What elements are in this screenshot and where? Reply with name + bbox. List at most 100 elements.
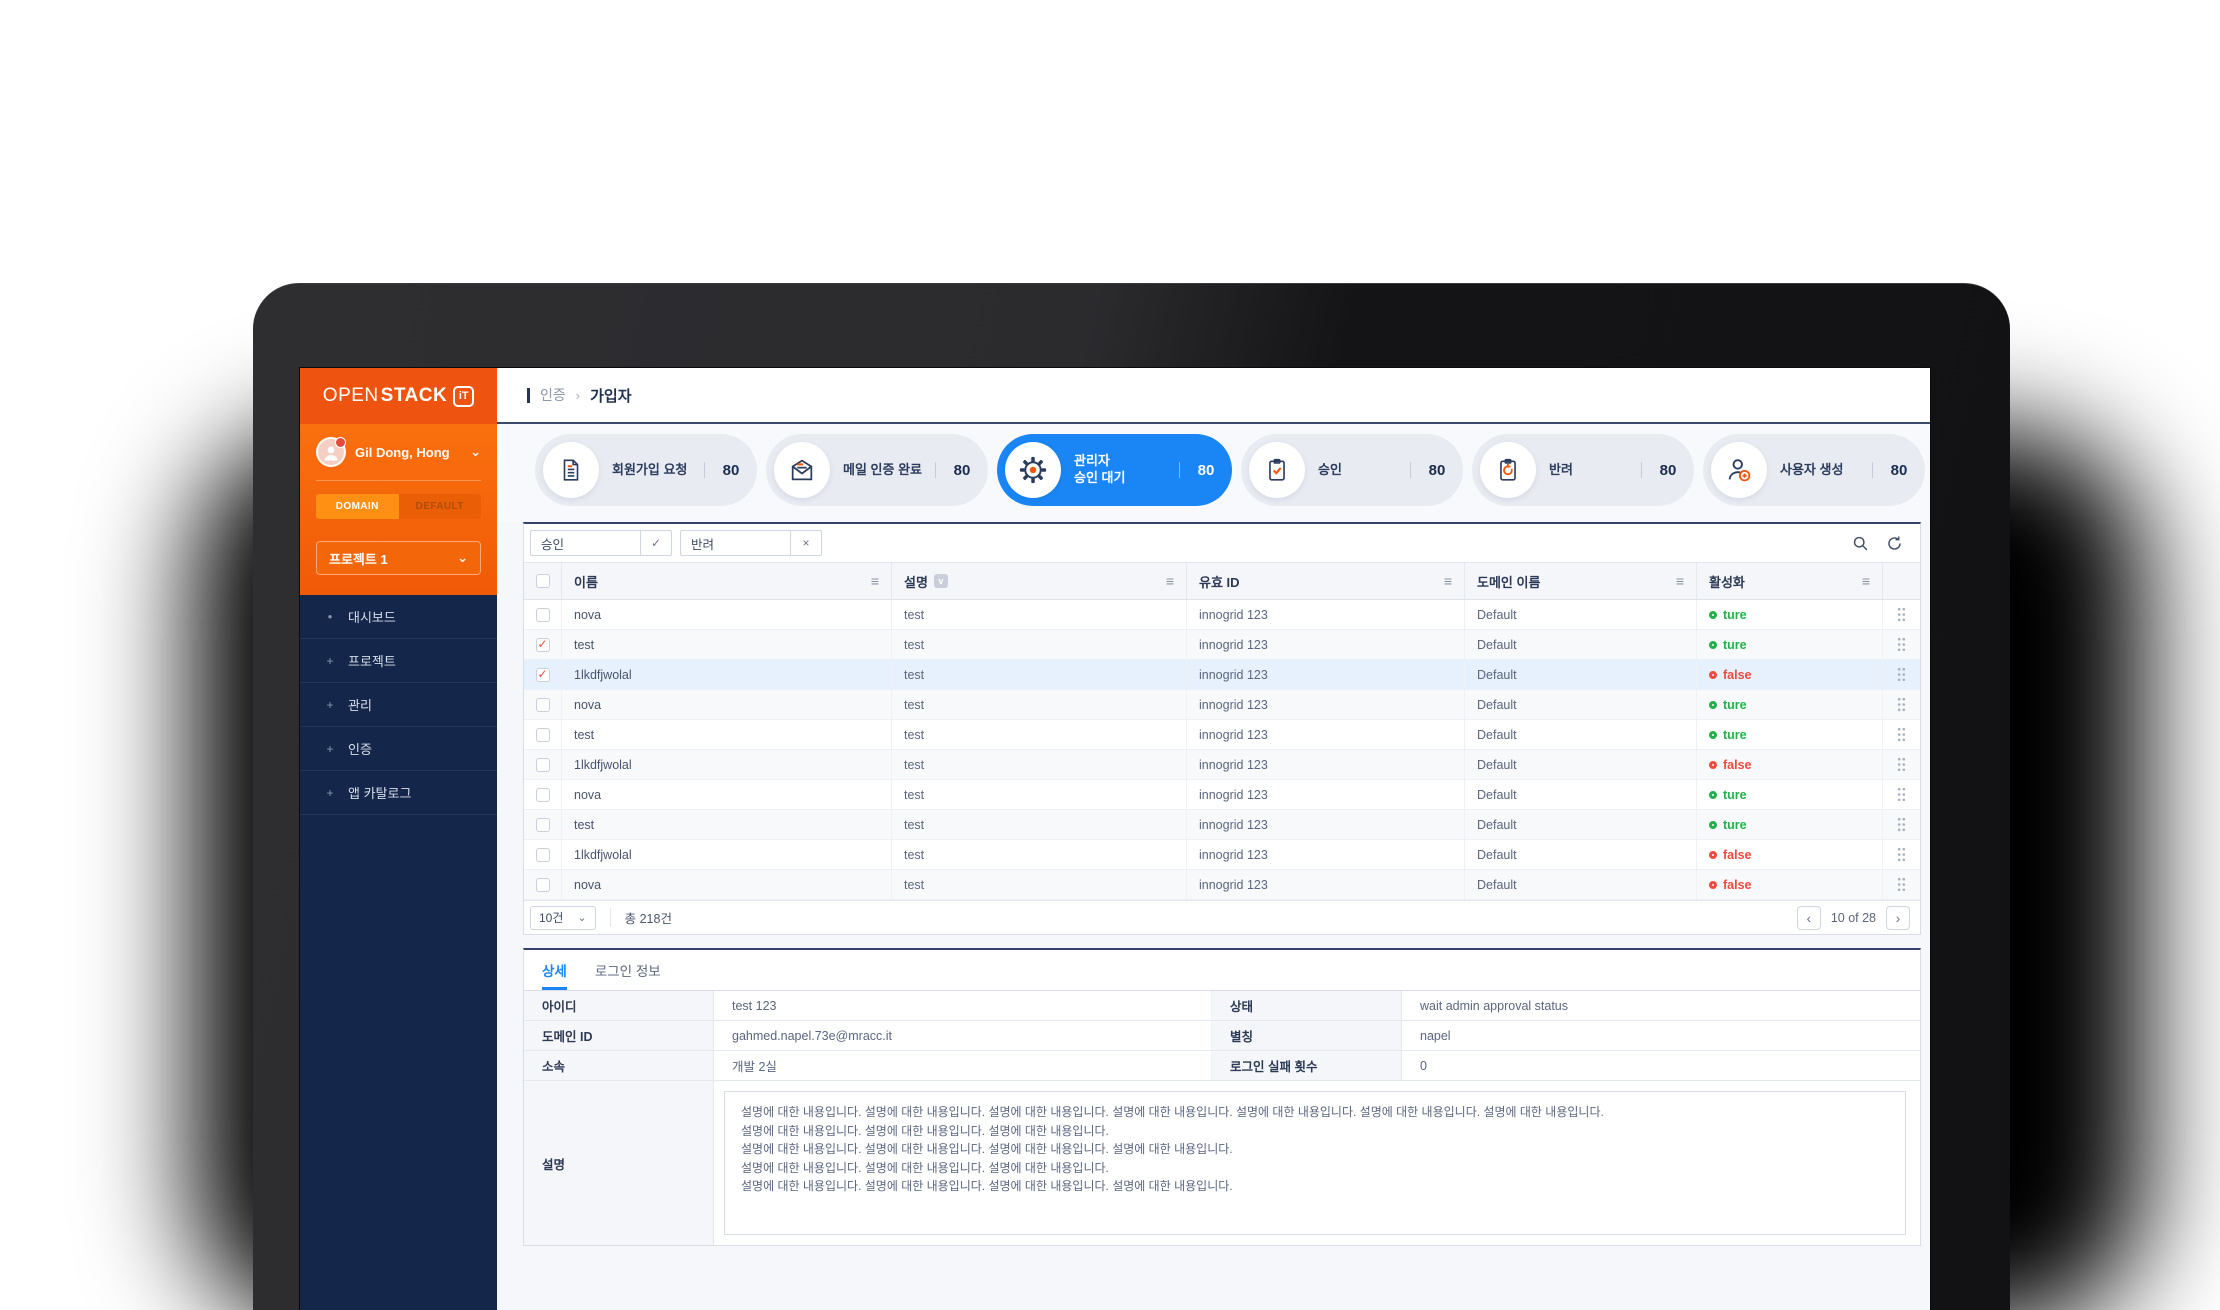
toggle-domain-button[interactable]: DOMAIN <box>316 494 399 519</box>
sidebar-item-label: 인증 <box>348 739 372 758</box>
tab-detail[interactable]: 상세 <box>542 960 567 990</box>
sidebar-item-app-catalog[interactable]: + 앱 카탈로그 <box>300 771 497 815</box>
status-cards-row: 회원가입 요청 80 메일 인증 완료 80 <box>497 424 1930 522</box>
row-checkbox[interactable] <box>536 848 550 862</box>
status-text: false <box>1723 758 1752 772</box>
tab-login-info[interactable]: 로그인 정보 <box>595 960 661 990</box>
mail-icon <box>774 442 830 498</box>
row-actions-icon[interactable] <box>1883 600 1920 629</box>
close-icon[interactable]: × <box>790 530 822 556</box>
sidebar-item-dashboard[interactable]: ● 대시보드 <box>300 595 497 639</box>
sidebar-item-admin[interactable]: + 관리 <box>300 683 497 727</box>
table-row[interactable]: nova test innogrid 123 Default ture <box>524 780 1920 810</box>
row-actions-icon[interactable] <box>1883 750 1920 779</box>
table-row[interactable]: nova test innogrid 123 Default ture <box>524 690 1920 720</box>
status-ring-icon <box>1709 641 1717 649</box>
prev-page-button[interactable]: ‹ <box>1797 906 1821 930</box>
cell-domain: Default <box>1465 810 1697 839</box>
table-header: 이름 ≡ 설명 v ≡ 유효 ID ≡ 도메인 이름 ≡ <box>524 562 1920 600</box>
status-ring-icon <box>1709 761 1717 769</box>
chevron-down-icon[interactable]: ⌄ <box>470 444 481 460</box>
pagination-bar: 10건 ⌄ 총 218건 ‹ 10 of 28 › <box>524 900 1920 934</box>
row-checkbox[interactable] <box>536 698 550 712</box>
hamburger-icon[interactable]: ≡ <box>1444 573 1452 589</box>
card-rejected[interactable]: 반려 80 <box>1472 434 1694 506</box>
cell-active-status: ture <box>1697 630 1883 659</box>
plus-icon: + <box>325 654 335 668</box>
table-row[interactable]: nova test innogrid 123 Default ture <box>524 600 1920 630</box>
cell-active-status: ture <box>1697 810 1883 839</box>
row-actions-icon[interactable] <box>1883 690 1920 719</box>
status-text: false <box>1723 668 1752 682</box>
status-text: ture <box>1723 638 1747 652</box>
row-actions-icon[interactable] <box>1883 870 1920 899</box>
search-icon[interactable] <box>1850 533 1870 553</box>
filter-bar: 승인 ✓ 반려 × <box>524 524 1920 562</box>
row-checkbox[interactable] <box>536 638 550 652</box>
card-label: 승인 <box>1318 462 1342 479</box>
row-checkbox[interactable] <box>536 818 550 832</box>
table-row[interactable]: test test innogrid 123 Default ture <box>524 810 1920 840</box>
card-signup-request[interactable]: 회원가입 요청 80 <box>535 434 757 506</box>
column-header-domain[interactable]: 도메인 이름 ≡ <box>1465 563 1697 599</box>
column-header-name[interactable]: 이름 ≡ <box>562 563 892 599</box>
check-icon[interactable]: ✓ <box>640 530 672 556</box>
breadcrumb-section[interactable]: 인증 <box>540 385 566 405</box>
cell-domain: Default <box>1465 870 1697 899</box>
sidebar-item-project[interactable]: + 프로젝트 <box>300 639 497 683</box>
select-all-checkbox[interactable] <box>536 574 550 588</box>
row-checkbox[interactable] <box>536 788 550 802</box>
sort-badge-icon[interactable]: v <box>934 574 948 588</box>
hamburger-icon[interactable]: ≡ <box>1862 573 1870 589</box>
page-size-select[interactable]: 10건 ⌄ <box>530 906 596 930</box>
column-header-active[interactable]: 활성화 ≡ <box>1697 563 1883 599</box>
row-checkbox[interactable] <box>536 878 550 892</box>
column-header-desc[interactable]: 설명 v ≡ <box>892 563 1187 599</box>
table-row[interactable]: nova test innogrid 123 Default false <box>524 870 1920 900</box>
status-ring-icon <box>1709 611 1717 619</box>
mockup-canvas: OPEN STACK iT Gil Dong, Hong ⌄ DOMAIN DE… <box>0 0 2220 1310</box>
row-checkbox[interactable] <box>536 728 550 742</box>
row-actions-icon[interactable] <box>1883 660 1920 689</box>
cell-active-status: false <box>1697 660 1883 689</box>
hamburger-icon[interactable]: ≡ <box>1166 573 1174 589</box>
card-user-created[interactable]: 사용자 생성 80 <box>1703 434 1925 506</box>
user-menu[interactable]: Gil Dong, Hong ⌄ <box>316 437 481 467</box>
status-filter-select[interactable]: 승인 ✓ <box>530 530 672 556</box>
row-actions-icon[interactable] <box>1883 840 1920 869</box>
card-approved[interactable]: 승인 80 <box>1241 434 1463 506</box>
hamburger-icon[interactable]: ≡ <box>871 573 879 589</box>
logo-it-badge: iT <box>453 386 474 407</box>
table-row[interactable]: test test innogrid 123 Default ture <box>524 720 1920 750</box>
column-header-valid-id[interactable]: 유효 ID ≡ <box>1187 563 1465 599</box>
card-label: 관리자 승인 대기 <box>1074 453 1125 487</box>
toggle-default-button[interactable]: DEFAULT <box>399 494 482 519</box>
next-page-button[interactable]: › <box>1886 906 1910 930</box>
card-admin-approval-wait[interactable]: 관리자 승인 대기 80 <box>997 434 1232 506</box>
status-text: false <box>1723 848 1752 862</box>
hamburger-icon[interactable]: ≡ <box>1676 573 1684 589</box>
cell-name: nova <box>562 870 892 899</box>
cell-name: test <box>562 810 892 839</box>
row-actions-icon[interactable] <box>1883 810 1920 839</box>
card-label: 사용자 생성 <box>1780 462 1843 479</box>
table-row[interactable]: test test innogrid 123 Default ture <box>524 630 1920 660</box>
table-row[interactable]: 1lkdfjwolal test innogrid 123 Default fa… <box>524 840 1920 870</box>
row-actions-icon[interactable] <box>1883 720 1920 749</box>
cell-desc: test <box>892 750 1187 779</box>
status-ring-icon <box>1709 731 1717 739</box>
table-row[interactable]: 1lkdfjwolal test innogrid 123 Default fa… <box>524 750 1920 780</box>
row-actions-icon[interactable] <box>1883 630 1920 659</box>
sidebar-item-label: 대시보드 <box>348 607 396 626</box>
row-checkbox[interactable] <box>536 758 550 772</box>
row-checkbox[interactable] <box>536 668 550 682</box>
project-selector[interactable]: 프로젝트 1 ⌄ <box>316 541 481 575</box>
row-actions-icon[interactable] <box>1883 780 1920 809</box>
row-checkbox[interactable] <box>536 608 550 622</box>
sidebar-item-auth[interactable]: + 인증 <box>300 727 497 771</box>
card-mail-verified[interactable]: 메일 인증 완료 80 <box>766 434 988 506</box>
card-count: 80 <box>705 462 757 479</box>
refresh-icon[interactable] <box>1884 533 1904 553</box>
keyword-filter-chip[interactable]: 반려 × <box>680 530 822 556</box>
table-row[interactable]: 1lkdfjwolal test innogrid 123 Default fa… <box>524 660 1920 690</box>
